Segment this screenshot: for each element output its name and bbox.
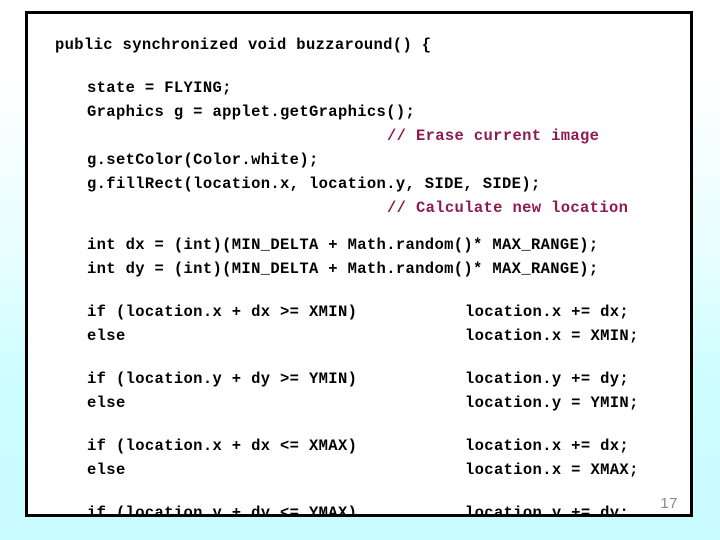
code-line-method-signature: public synchronized void buzzaround() { — [55, 36, 432, 54]
code-if-body: location.y += dy; — [465, 370, 630, 388]
code-line-fill-rect: g.fillRect(location.x, location.y, SIDE,… — [87, 175, 541, 193]
code-panel: public synchronized void buzzaround() { … — [25, 11, 693, 517]
code-comment-erase-current-image: // Erase current image — [387, 127, 600, 145]
condition-block-ymax: if (location.y + dy <= YMAX) location.y … — [28, 501, 690, 517]
code-else-body: location.x = XMIN; — [465, 327, 639, 345]
page-number: 17 — [660, 495, 678, 512]
code-comment-calculate-new-location: // Calculate new location — [387, 199, 629, 217]
code-line-int-dx: int dx = (int)(MIN_DELTA + Math.random()… — [87, 236, 599, 254]
code-line-int-dy: int dy = (int)(MIN_DELTA + Math.random()… — [87, 260, 599, 278]
slide-canvas: public synchronized void buzzaround() { … — [0, 0, 720, 540]
code-if-condition: if (location.y + dy <= YMAX) — [87, 504, 358, 517]
code-if-condition: if (location.y + dy >= YMIN) — [87, 370, 358, 388]
code-else-keyword: else — [87, 327, 126, 345]
code-row-if-ymax: if (location.y + dy <= YMAX) location.y … — [28, 501, 690, 517]
code-row-else-ymin: else location.y = YMIN; — [28, 391, 690, 415]
code-else-keyword: else — [87, 394, 126, 412]
condition-block-ymin: if (location.y + dy >= YMIN) location.y … — [28, 367, 690, 415]
code-row-if-xmax: if (location.x + dx <= XMAX) location.x … — [28, 434, 690, 458]
code-row-if-xmin: if (location.x + dx >= XMIN) location.x … — [28, 300, 690, 324]
code-line-graphics-assignment: Graphics g = applet.getGraphics(); — [87, 103, 416, 121]
code-if-condition: if (location.x + dx >= XMIN) — [87, 303, 358, 321]
code-row-else-xmin: else location.x = XMIN; — [28, 324, 690, 348]
code-row-if-ymin: if (location.y + dy >= YMIN) location.y … — [28, 367, 690, 391]
code-listing: public synchronized void buzzaround() { … — [28, 14, 690, 514]
code-else-keyword: else — [87, 461, 126, 479]
code-else-body: location.y = YMIN; — [465, 394, 639, 412]
code-if-condition: if (location.x + dx <= XMAX) — [87, 437, 358, 455]
condition-block-xmin: if (location.x + dx >= XMIN) location.x … — [28, 300, 690, 348]
code-if-body: location.x += dx; — [465, 437, 630, 455]
code-line-set-color: g.setColor(Color.white); — [87, 151, 319, 169]
code-line-state-assignment: state = FLYING; — [87, 79, 232, 97]
condition-block-xmax: if (location.x + dx <= XMAX) location.x … — [28, 434, 690, 482]
code-else-body: location.x = XMAX; — [465, 461, 639, 479]
code-if-body: location.x += dx; — [465, 303, 630, 321]
code-row-else-xmax: else location.x = XMAX; — [28, 458, 690, 482]
code-if-body: location.y += dy; — [465, 504, 630, 517]
